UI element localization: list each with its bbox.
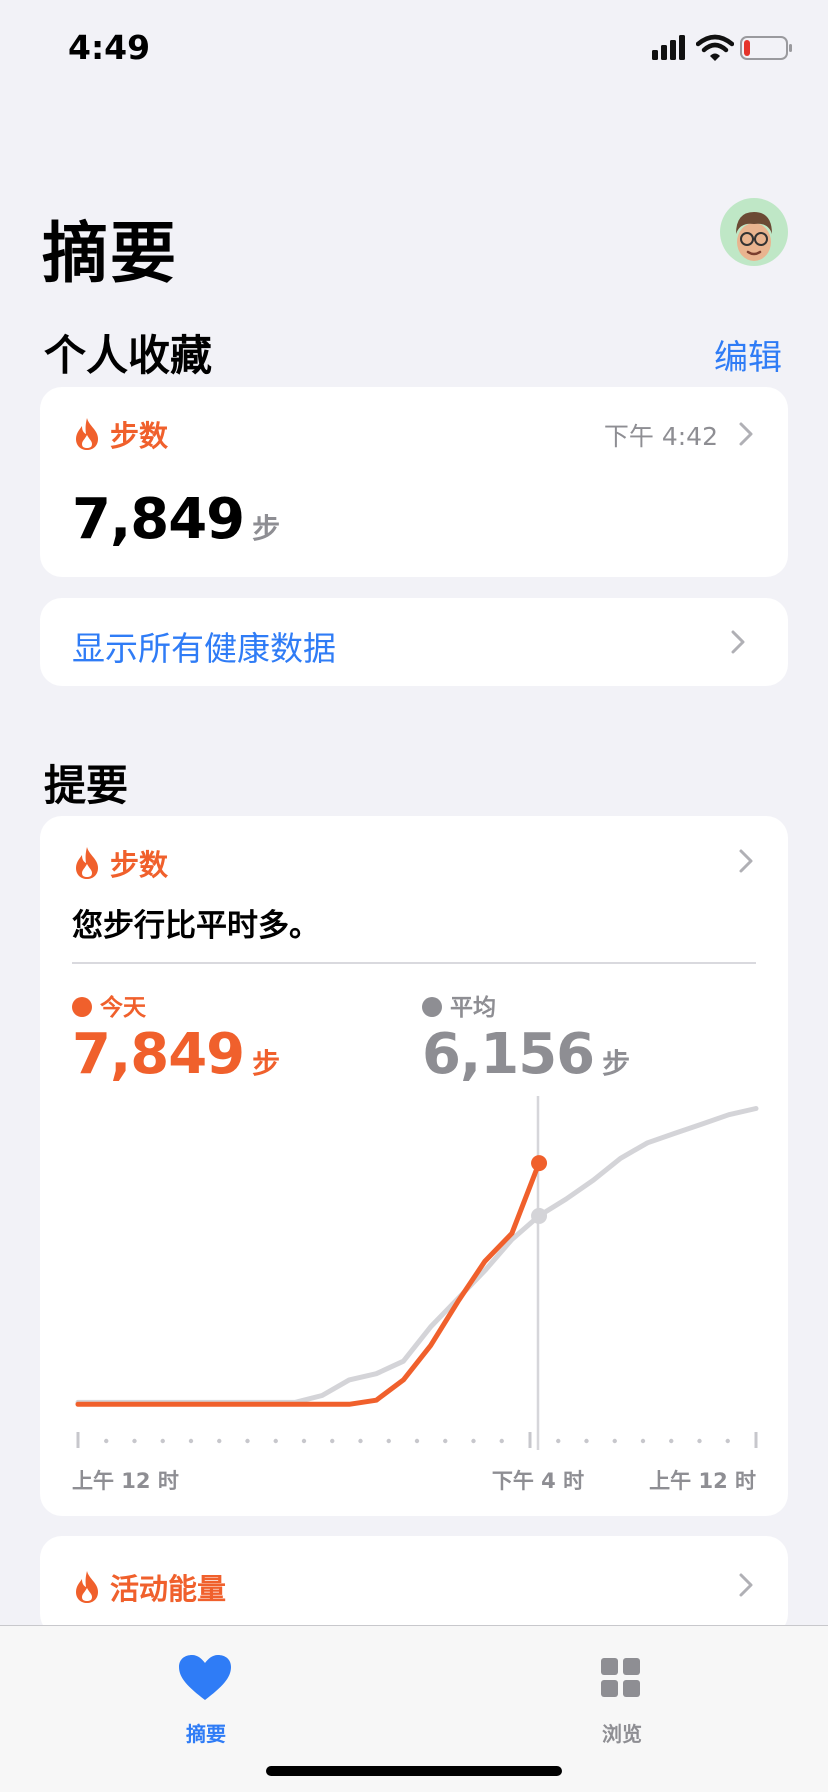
active-energy-label: 活动能量: [110, 1572, 227, 1606]
today-legend: 今天: [72, 988, 146, 1022]
x-axis-dot: [132, 1438, 137, 1444]
x-axis-dot: [697, 1438, 702, 1444]
card-header: 步数: [74, 413, 168, 455]
average-dot-icon: [422, 997, 442, 1017]
x-axis-dot: [104, 1438, 109, 1444]
x-axis-dot: [386, 1438, 391, 1444]
x-axis-dot: [669, 1438, 674, 1444]
steps-unit: 步: [252, 512, 281, 545]
x-axis-dot: [499, 1438, 504, 1444]
average-value-row: 6,156 步: [422, 1022, 630, 1087]
average-unit: 步: [602, 1047, 631, 1080]
steps-highlight-card[interactable]: 步数 您步行比平时多。 今天 7,849 步 平均 6,156 步 上午 12 …: [40, 816, 788, 1516]
chevron-right-icon: [739, 1573, 753, 1597]
today-label: 今天: [100, 995, 146, 1021]
steps-value-row: 7,849 步: [72, 487, 280, 552]
favorites-title: 个人收藏: [44, 331, 213, 380]
heart-icon: [179, 1655, 231, 1700]
status-time: 4:49: [68, 28, 151, 67]
tab-browse-label: 浏览: [602, 1722, 642, 1746]
steps-favorite-card[interactable]: 步数 下午 4:42 7,849 步: [40, 387, 788, 577]
divider: [72, 962, 756, 964]
card-header: 活动能量: [74, 1566, 226, 1608]
average-series-line: [75, 1106, 759, 1405]
x-axis-dot: [556, 1438, 561, 1444]
average-current-point: [531, 1207, 548, 1224]
x-axis-dot: [414, 1438, 420, 1444]
cellular-signal-icon: [652, 35, 685, 60]
avatar[interactable]: [720, 198, 788, 266]
highlights-title: 提要: [44, 761, 129, 810]
tab-browse[interactable]: 浏览: [576, 1638, 666, 1748]
steps-label: 步数: [110, 419, 169, 453]
x-tick-label: 上午 12 时: [649, 1469, 756, 1493]
x-axis-dot: [443, 1438, 448, 1444]
average-value: 6,156: [422, 1022, 595, 1087]
average-legend: 平均: [422, 988, 496, 1022]
card-header: 步数: [74, 842, 168, 884]
last-updated-time: 下午 4:42: [603, 422, 718, 451]
home-indicator[interactable]: [266, 1766, 562, 1776]
x-axis-dot: [584, 1438, 589, 1444]
show-all-health-data-row[interactable]: 显示所有健康数据: [40, 598, 788, 686]
battery-icon: [740, 36, 792, 60]
today-dot-icon: [72, 997, 92, 1017]
x-axis-dot: [612, 1438, 617, 1444]
chevron-right-icon: [731, 630, 745, 654]
x-axis-dot: [273, 1438, 278, 1444]
x-axis-dots: [76, 1432, 758, 1448]
tab-summary-label: 摘要: [186, 1722, 226, 1746]
x-axis-dot: [188, 1438, 194, 1444]
steps-value: 7,849: [72, 487, 245, 552]
active-energy-card[interactable]: 活动能量: [40, 1536, 788, 1636]
x-tick-label: 下午 4 时: [492, 1469, 584, 1493]
memoji-icon: [736, 212, 772, 261]
page-title: 摘要: [42, 215, 178, 292]
x-axis-dot: [471, 1438, 476, 1444]
x-axis-dot: [358, 1438, 363, 1444]
x-axis-dot: [301, 1438, 307, 1444]
today-value-row: 7,849 步: [72, 1022, 280, 1087]
flame-icon: [76, 1571, 98, 1603]
x-axis-dot: [160, 1438, 165, 1444]
tab-summary[interactable]: 摘要: [160, 1638, 250, 1748]
x-axis-dot: [640, 1438, 646, 1444]
grid-icon: [601, 1658, 640, 1697]
health-summary-screen: 4:49 摘要 个人收藏 编辑 步数 下午 4:42 7,849 步 显示所有健…: [0, 0, 828, 1792]
x-tick-label: 上午 12 时: [72, 1469, 179, 1493]
today-current-point: [531, 1155, 548, 1172]
x-axis-dot: [725, 1438, 730, 1444]
wifi-icon: [696, 34, 734, 61]
chevron-right-icon: [739, 849, 753, 873]
average-label: 平均: [450, 995, 496, 1021]
steps-chart: 上午 12 时 下午 4 时 上午 12 时: [72, 1096, 759, 1493]
highlight-message: 您步行比平时多。: [72, 908, 320, 944]
flame-icon: [76, 418, 98, 450]
chevron-right-icon: [739, 422, 753, 446]
steps-label: 步数: [110, 848, 169, 882]
today-value: 7,849: [72, 1022, 245, 1087]
x-axis-dot: [245, 1438, 250, 1444]
today-unit: 步: [252, 1047, 281, 1080]
edit-button[interactable]: 编辑: [714, 330, 782, 379]
show-all-label: 显示所有健康数据: [72, 629, 336, 668]
x-axis-dot: [330, 1438, 335, 1444]
flame-icon: [76, 847, 98, 879]
today-series-line: [75, 1160, 542, 1407]
x-axis-dot: [217, 1438, 222, 1444]
